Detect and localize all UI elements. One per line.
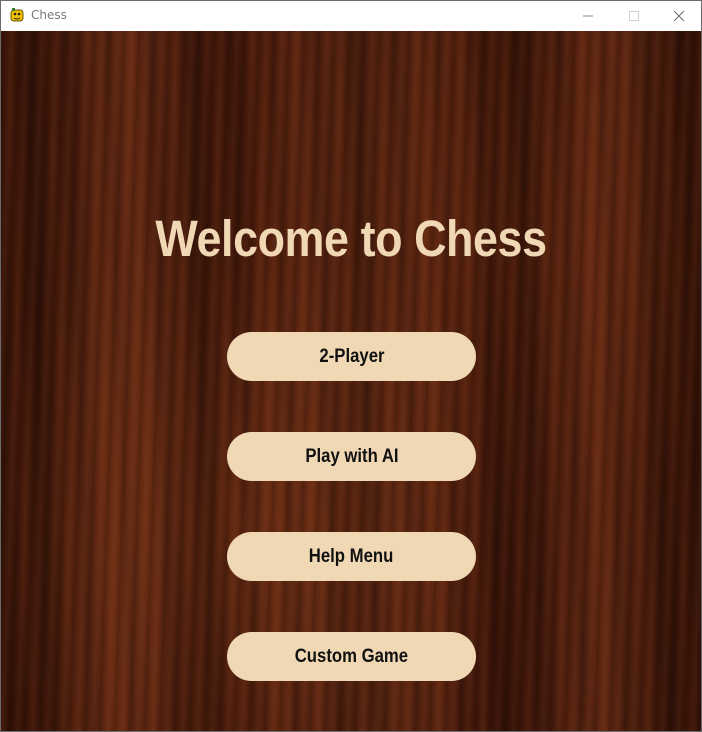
welcome-heading: Welcome to Chess bbox=[155, 210, 547, 267]
maximize-button[interactable] bbox=[611, 1, 657, 31]
close-button[interactable] bbox=[656, 1, 702, 31]
play-with-ai-button[interactable]: Play with AI bbox=[227, 432, 476, 481]
minimize-icon bbox=[583, 15, 593, 17]
window-title: Chess bbox=[31, 8, 67, 22]
title-bar[interactable]: Chess bbox=[1, 1, 701, 31]
app-window: Chess Welcome to Chess 2-Player Play wit… bbox=[0, 0, 702, 732]
two-player-label: 2-Player bbox=[318, 345, 385, 367]
custom-game-button[interactable]: Custom Game bbox=[227, 632, 476, 681]
wood-background bbox=[1, 31, 701, 731]
help-menu-label: Help Menu bbox=[309, 545, 394, 567]
custom-game-label: Custom Game bbox=[294, 645, 409, 667]
help-menu-button[interactable]: Help Menu bbox=[227, 532, 476, 581]
two-player-button[interactable]: 2-Player bbox=[227, 332, 476, 381]
game-canvas: Welcome to Chess 2-Player Play with AI H… bbox=[1, 31, 701, 731]
minimize-button[interactable] bbox=[565, 1, 611, 31]
pygame-snake-icon bbox=[10, 8, 24, 22]
maximize-icon bbox=[629, 11, 639, 21]
play-with-ai-label: Play with AI bbox=[304, 445, 399, 467]
close-icon bbox=[673, 10, 685, 22]
